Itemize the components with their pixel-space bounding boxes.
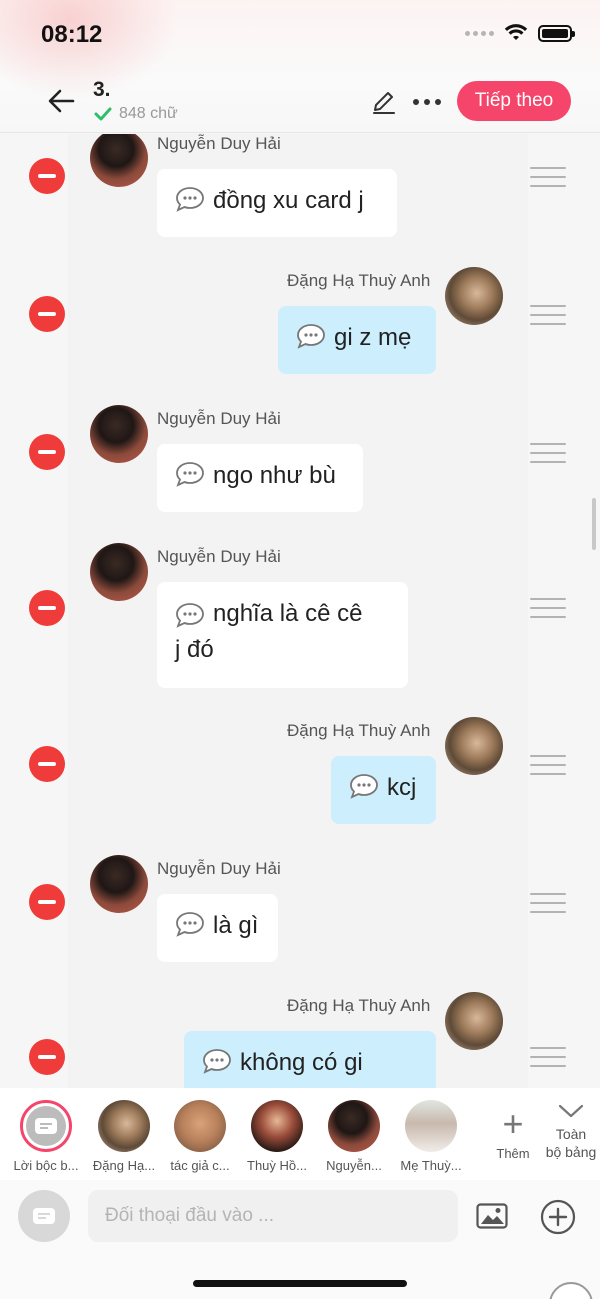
- drag-handle-icon[interactable]: [530, 1047, 566, 1067]
- narration-icon: [35, 1118, 57, 1134]
- chat-bubble-icon: [297, 324, 325, 349]
- drag-handle-icon[interactable]: [530, 167, 566, 187]
- back-button[interactable]: [44, 84, 78, 118]
- character-narration[interactable]: Lời bộc b...: [7, 1100, 85, 1173]
- character-name: Nguyễn...: [326, 1158, 382, 1173]
- message-bubble[interactable]: đồng xu card j: [157, 169, 397, 237]
- drag-handle-icon[interactable]: [530, 755, 566, 775]
- chat-list[interactable]: Nguyễn Duy Hải đồng xu card j Đặng Hạ Th…: [0, 134, 600, 1088]
- character-item[interactable]: Nguyễn...: [315, 1100, 393, 1173]
- delete-message-button[interactable]: [29, 158, 65, 194]
- delete-message-button[interactable]: [29, 434, 65, 470]
- delete-message-button[interactable]: [29, 746, 65, 782]
- avatar: [328, 1100, 380, 1152]
- chat-bubble-icon: [176, 603, 204, 628]
- character-item[interactable]: Mẹ Thuỳ...: [392, 1100, 470, 1173]
- sender-name: Đặng Hạ Thuỳ Anh: [287, 721, 431, 740]
- chat-bubble-icon: [176, 187, 204, 212]
- status-time: 08:12: [41, 21, 103, 48]
- word-count-label: 848 chữ: [119, 105, 178, 122]
- input-row: [0, 1180, 600, 1299]
- character-item[interactable]: Đặng Hạ...: [85, 1100, 163, 1173]
- arrow-left-icon: [48, 89, 75, 113]
- avatar[interactable]: [90, 543, 148, 601]
- message-text: ngo như bù: [213, 462, 336, 489]
- signal-icon: [465, 30, 494, 36]
- character-name: Thuỳ Hồ...: [247, 1158, 307, 1173]
- plus-icon: +: [502, 1103, 524, 1144]
- chat-bubble-icon: [350, 774, 378, 799]
- chevron-down-icon: [558, 1104, 584, 1118]
- battery-icon: [538, 24, 575, 42]
- drag-handle-icon[interactable]: [530, 598, 566, 618]
- avatar: [251, 1100, 303, 1152]
- narration-toggle-button[interactable]: [18, 1190, 70, 1242]
- add-character-button[interactable]: + Thêm: [490, 1103, 536, 1162]
- character-name: Đặng Hạ...: [92, 1158, 156, 1173]
- message-text: không có gi: [240, 1049, 363, 1076]
- chat-bubble-icon: [176, 462, 204, 487]
- top-bar: 08:12 3. 848 chữ Tiếp theo: [0, 0, 600, 133]
- sender-name: Nguyễn Duy Hải: [157, 409, 281, 428]
- message-text: đồng xu card j: [213, 187, 364, 214]
- drag-handle-icon[interactable]: [530, 443, 566, 463]
- delete-message-button[interactable]: [29, 884, 65, 920]
- message-bubble[interactable]: không có gi: [184, 1031, 436, 1088]
- drag-handle-icon[interactable]: [530, 893, 566, 913]
- edit-icon[interactable]: [370, 88, 398, 116]
- add-circle-icon[interactable]: [540, 1199, 576, 1235]
- expand-all-label: Toàn bộ bảng: [545, 1126, 597, 1160]
- narration-avatar: [20, 1100, 72, 1152]
- avatar: [98, 1100, 150, 1152]
- more-options-button[interactable]: [411, 92, 443, 112]
- message-text: gi z mẹ: [334, 324, 412, 351]
- avatar: [405, 1100, 457, 1152]
- delete-message-button[interactable]: [29, 1039, 65, 1075]
- character-item[interactable]: tác giả c...: [161, 1100, 239, 1173]
- character-item[interactable]: Thuỳ Hồ...: [238, 1100, 316, 1173]
- message-text: là gì: [213, 912, 259, 939]
- character-name: Lời bộc b...: [13, 1158, 79, 1173]
- next-button[interactable]: Tiếp theo: [457, 81, 571, 121]
- delete-message-button[interactable]: [29, 296, 65, 332]
- chapter-title: 3.: [93, 78, 111, 101]
- wifi-icon: [504, 24, 528, 40]
- message-bubble[interactable]: ngo như bù: [157, 444, 363, 512]
- avatar[interactable]: [445, 992, 503, 1050]
- add-character-label: Thêm: [496, 1146, 530, 1161]
- character-bar: Lời bộc b... Đặng Hạ... tác giả c... Thu…: [0, 1088, 600, 1180]
- message-bubble[interactable]: gi z mẹ: [278, 306, 436, 374]
- check-icon: [94, 107, 112, 121]
- chat-bubble-icon: [176, 912, 204, 937]
- avatar[interactable]: [445, 717, 503, 775]
- sender-name: Nguyễn Duy Hải: [157, 134, 281, 153]
- sender-name: Đặng Hạ Thuỳ Anh: [287, 996, 431, 1015]
- expand-all-button[interactable]: Toàn bộ bảng: [542, 1102, 600, 1161]
- message-bubble[interactable]: là gì: [157, 894, 278, 962]
- avatar: [174, 1100, 226, 1152]
- avatar[interactable]: [90, 405, 148, 463]
- scroll-top-button[interactable]: [549, 1282, 593, 1299]
- dialogue-input[interactable]: [88, 1190, 458, 1242]
- character-name: tác giả c...: [170, 1158, 230, 1173]
- scrollbar-thumb[interactable]: [592, 498, 596, 550]
- sender-name: Nguyễn Duy Hải: [157, 859, 281, 878]
- image-icon[interactable]: [476, 1203, 508, 1229]
- message-bubble[interactable]: nghĩa là cê cê j đó: [157, 582, 408, 688]
- message-bubble[interactable]: kcj: [331, 756, 436, 824]
- character-name: Mẹ Thuỳ...: [400, 1158, 462, 1173]
- delete-message-button[interactable]: [29, 590, 65, 626]
- home-indicator: [193, 1280, 407, 1287]
- message-text: kcj: [387, 774, 417, 801]
- drag-handle-icon[interactable]: [530, 305, 566, 325]
- chat-bubble-icon: [203, 1049, 231, 1074]
- avatar[interactable]: [445, 267, 503, 325]
- status-indicators: [465, 24, 575, 42]
- narration-icon: [33, 1208, 55, 1224]
- sender-name: Đặng Hạ Thuỳ Anh: [287, 271, 431, 290]
- sender-name: Nguyễn Duy Hải: [157, 547, 281, 566]
- avatar[interactable]: [90, 855, 148, 913]
- word-count: 848 chữ: [93, 104, 178, 124]
